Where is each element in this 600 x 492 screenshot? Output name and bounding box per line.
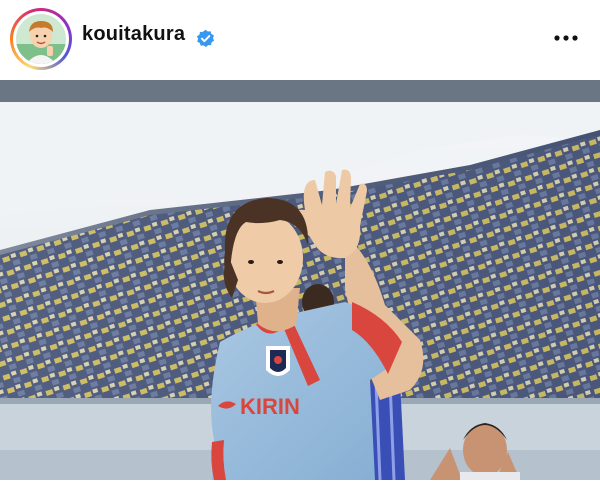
jersey-sponsor-text: KIRIN: [240, 394, 300, 419]
stadium-player-image: KIRIN: [0, 80, 600, 480]
more-options-icon: [554, 35, 578, 41]
username[interactable]: kouitakura: [82, 23, 185, 46]
story-ring[interactable]: [10, 8, 72, 70]
post-photo[interactable]: KIRIN: [0, 80, 600, 480]
more-options-button[interactable]: [550, 26, 582, 50]
post-header: kouitakura: [0, 0, 600, 80]
cartoon-avatar-icon: [16, 14, 66, 64]
post-footer-spacer: [0, 480, 600, 492]
verified-badge-icon: [196, 29, 215, 48]
avatar-frame: [13, 11, 69, 67]
avatar[interactable]: [16, 14, 66, 64]
